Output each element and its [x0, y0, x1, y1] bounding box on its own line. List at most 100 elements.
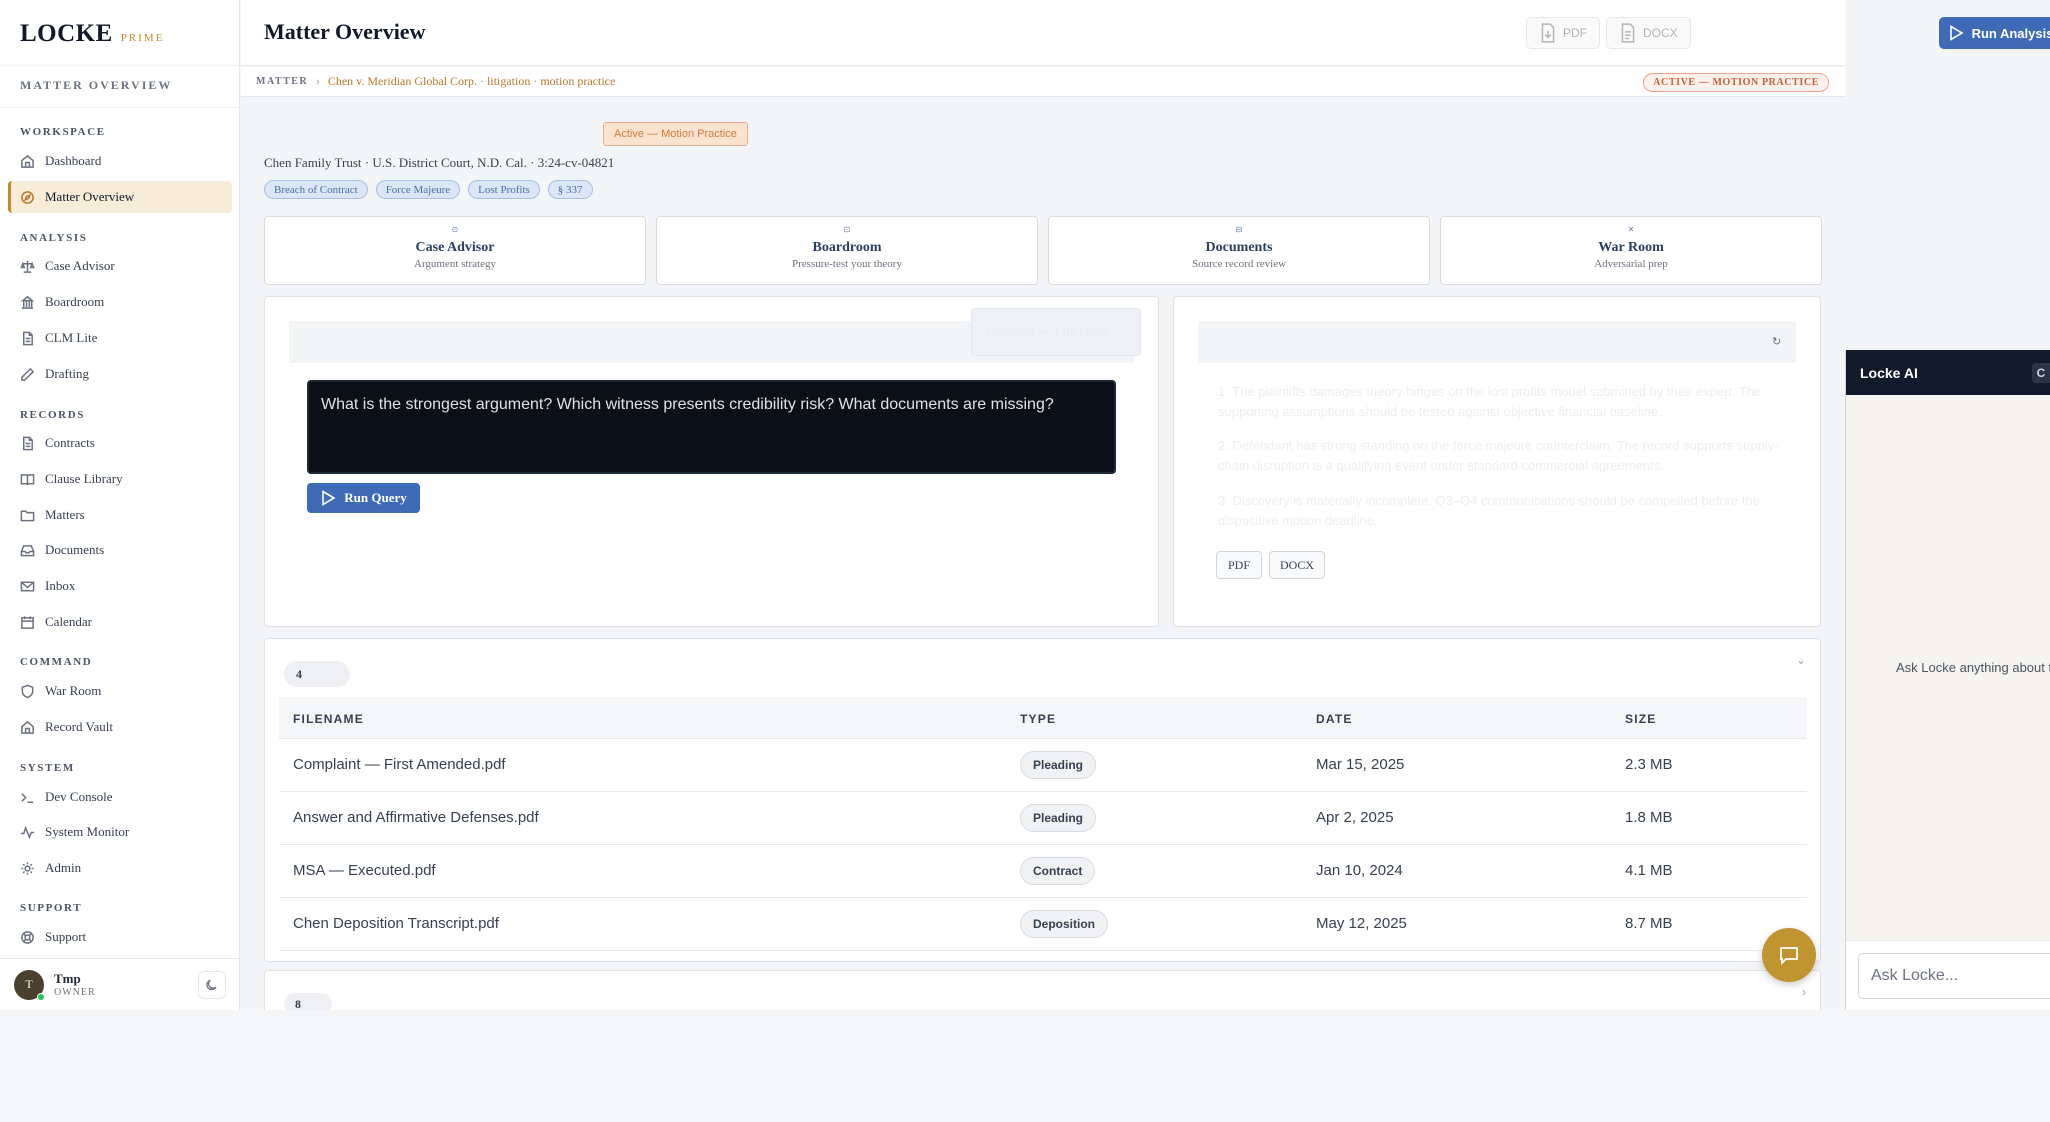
card-boardroom[interactable]: ⊡ Boardroom Pressure-test your theory	[656, 216, 1038, 285]
cell-filename[interactable]: Answer and Affirmative Defenses.pdf	[293, 809, 539, 826]
proceed-full-case-label: Proceed — Full Case	[986, 324, 1110, 339]
column-header-size[interactable]: SIZE	[1625, 712, 1656, 726]
page-title: Matter Overview	[264, 19, 426, 44]
matter-tags: Breach of Contract Force Majeure Lost Pr…	[264, 180, 593, 199]
sidebar-item-label: Dashboard	[45, 153, 102, 168]
export-pdf-button[interactable]: PDF	[1526, 17, 1600, 49]
query-textarea[interactable]: What is the strongest argument? Which wi…	[307, 380, 1116, 474]
sidebar-item-contracts[interactable]: Contracts	[8, 427, 232, 459]
activity-icon	[20, 825, 35, 839]
cell-filename[interactable]: Chen Deposition Transcript.pdf	[293, 915, 499, 932]
table-row[interactable]: Complaint — First Amended.pdf Pleading M…	[279, 739, 1807, 792]
section-analysis: ANALYSIS	[20, 232, 88, 244]
table-row[interactable]: Answer and Affirmative Defenses.pdf Plea…	[279, 792, 1807, 845]
sidebar-item-label: Clause Library	[45, 471, 123, 486]
cell-filename[interactable]: MSA — Executed.pdf	[293, 862, 436, 879]
sidebar-item-label: Contracts	[45, 435, 95, 450]
play-icon	[1949, 25, 1964, 41]
answer-docx-button[interactable]: DOCX	[1269, 551, 1325, 579]
book-icon	[20, 473, 35, 485]
sidebar-item-support[interactable]: Support	[8, 921, 232, 953]
cell-date: Jan 10, 2024	[1316, 862, 1403, 879]
run-query-label: Run Query	[344, 490, 407, 505]
section-command: COMMAND	[20, 656, 93, 668]
sidebar-item-matters[interactable]: Matters	[8, 499, 232, 531]
sidebar-item-matter-overview[interactable]: Matter Overview	[8, 181, 232, 213]
card-war-room[interactable]: ✕ War Room Adversarial prep	[1440, 216, 1822, 285]
sidebar-item-system-monitor[interactable]: System Monitor	[8, 816, 232, 848]
chat-fab-button[interactable]	[1762, 928, 1816, 982]
sidebar-item-label: System Monitor	[45, 824, 130, 839]
case-advisor-icon: ⊙	[451, 225, 459, 234]
matter-tag[interactable]: Force Majeure	[375, 180, 461, 199]
file-icon	[23, 436, 33, 450]
avatar[interactable]: T	[14, 969, 45, 1001]
brand-tier: PRIME	[120, 32, 165, 44]
building-icon	[20, 295, 35, 309]
user-profile[interactable]: T Tmp OWNER	[0, 958, 240, 1010]
sidebar-item-label: Boardroom	[45, 294, 105, 309]
shield-icon	[21, 684, 34, 698]
sidebar-item-clause-library[interactable]: Clause Library	[8, 463, 232, 495]
table-row[interactable]: Chen Deposition Transcript.pdf Depositio…	[279, 898, 1807, 951]
section-workspace: WORKSPACE	[20, 126, 106, 138]
sidebar-item-drafting[interactable]: Drafting	[8, 358, 232, 390]
sidebar-item-label: CLM Lite	[45, 330, 98, 345]
breadcrumb: MATTER › Chen v. Meridian Global Corp. ·…	[241, 67, 1845, 97]
chat-input[interactable]: Ask Locke...	[1858, 953, 2050, 999]
export-docx-button[interactable]: DOCX	[1606, 17, 1691, 49]
theme-toggle-button[interactable]	[198, 970, 226, 999]
brand-logo[interactable]: LOCKE PRIME	[0, 0, 239, 66]
matter-tag[interactable]: § 337	[547, 180, 593, 199]
column-header-type[interactable]: TYPE	[1020, 712, 1056, 726]
type-badge: Contract	[1020, 857, 1096, 885]
card-case-advisor[interactable]: ⊙ Case Advisor Argument strategy	[264, 216, 646, 285]
breadcrumb-matter-link[interactable]: Chen v. Meridian Global Corp. · litigati…	[328, 74, 616, 89]
sidebar-item-clm-lite[interactable]: CLM Lite	[8, 322, 232, 354]
sidebar-item-admin[interactable]: Admin	[8, 852, 232, 884]
online-status-dot	[37, 992, 45, 1001]
collapse-chevron-icon[interactable]: ⌄	[1796, 653, 1806, 667]
card-title: Boardroom	[812, 240, 882, 255]
proceed-full-case-button[interactable]: Proceed — Full Case	[971, 308, 1141, 356]
column-header-date[interactable]: DATE	[1316, 712, 1353, 726]
app-window: LOCKE PRIME MATTER OVERVIEW WORKSPACE Da…	[0, 0, 2050, 1020]
gear-icon	[21, 861, 34, 875]
export-docx-label: DOCX	[1643, 26, 1678, 40]
chat-close-icon[interactable]: C	[2032, 363, 2050, 383]
sidebar-item-documents[interactable]: Documents	[8, 534, 232, 566]
mail-icon	[20, 581, 35, 591]
documents-icon: ⊟	[1235, 225, 1243, 234]
sidebar-item-war-room[interactable]: War Room	[8, 675, 232, 707]
table-row[interactable]: MSA — Executed.pdf Contract Jan 10, 2024…	[279, 845, 1807, 898]
chat-title: Locke AI	[1860, 364, 1918, 381]
column-header-filename[interactable]: FILENAME	[293, 712, 364, 726]
cell-filename[interactable]: Complaint — First Amended.pdf	[293, 756, 506, 773]
page-header: Matter Overview PDF DOCX Run Analysis	[241, 0, 2050, 66]
scale-icon	[20, 260, 35, 273]
lifebuoy-icon	[21, 930, 34, 944]
run-query-button[interactable]: Run Query	[307, 483, 420, 513]
sidebar-item-record-vault[interactable]: Record Vault	[8, 711, 232, 743]
answer-panel-header	[1198, 321, 1796, 363]
expand-chevron-icon[interactable]: ›	[1802, 985, 1806, 999]
run-analysis-button[interactable]: Run Analysis	[1939, 17, 2050, 49]
matter-tag[interactable]: Lost Profits	[468, 180, 540, 199]
sidebar-item-inbox[interactable]: Inbox	[8, 570, 232, 602]
sidebar-item-label: Case Advisor	[45, 258, 115, 273]
sidebar-item-boardroom[interactable]: Boardroom	[8, 286, 232, 318]
refresh-icon[interactable]: ↻	[1772, 335, 1781, 348]
card-subtitle: Adversarial prep	[1594, 258, 1668, 270]
sidebar-item-dev-console[interactable]: Dev Console	[8, 781, 232, 813]
sidebar-item-case-advisor[interactable]: Case Advisor	[8, 250, 232, 282]
folder-icon	[20, 510, 35, 521]
card-documents[interactable]: ⊟ Documents Source record review	[1048, 216, 1430, 285]
sidebar-item-calendar[interactable]: Calendar	[8, 606, 232, 638]
sidebar-item-dashboard[interactable]: Dashboard	[8, 145, 232, 177]
calendar-icon	[21, 615, 34, 629]
cell-date: Apr 2, 2025	[1316, 809, 1394, 826]
sidebar-item-label: Documents	[45, 542, 105, 557]
matter-tag[interactable]: Breach of Contract	[264, 180, 368, 199]
sidebar-page-label: MATTER OVERVIEW	[0, 66, 239, 108]
answer-pdf-button[interactable]: PDF	[1216, 551, 1262, 579]
